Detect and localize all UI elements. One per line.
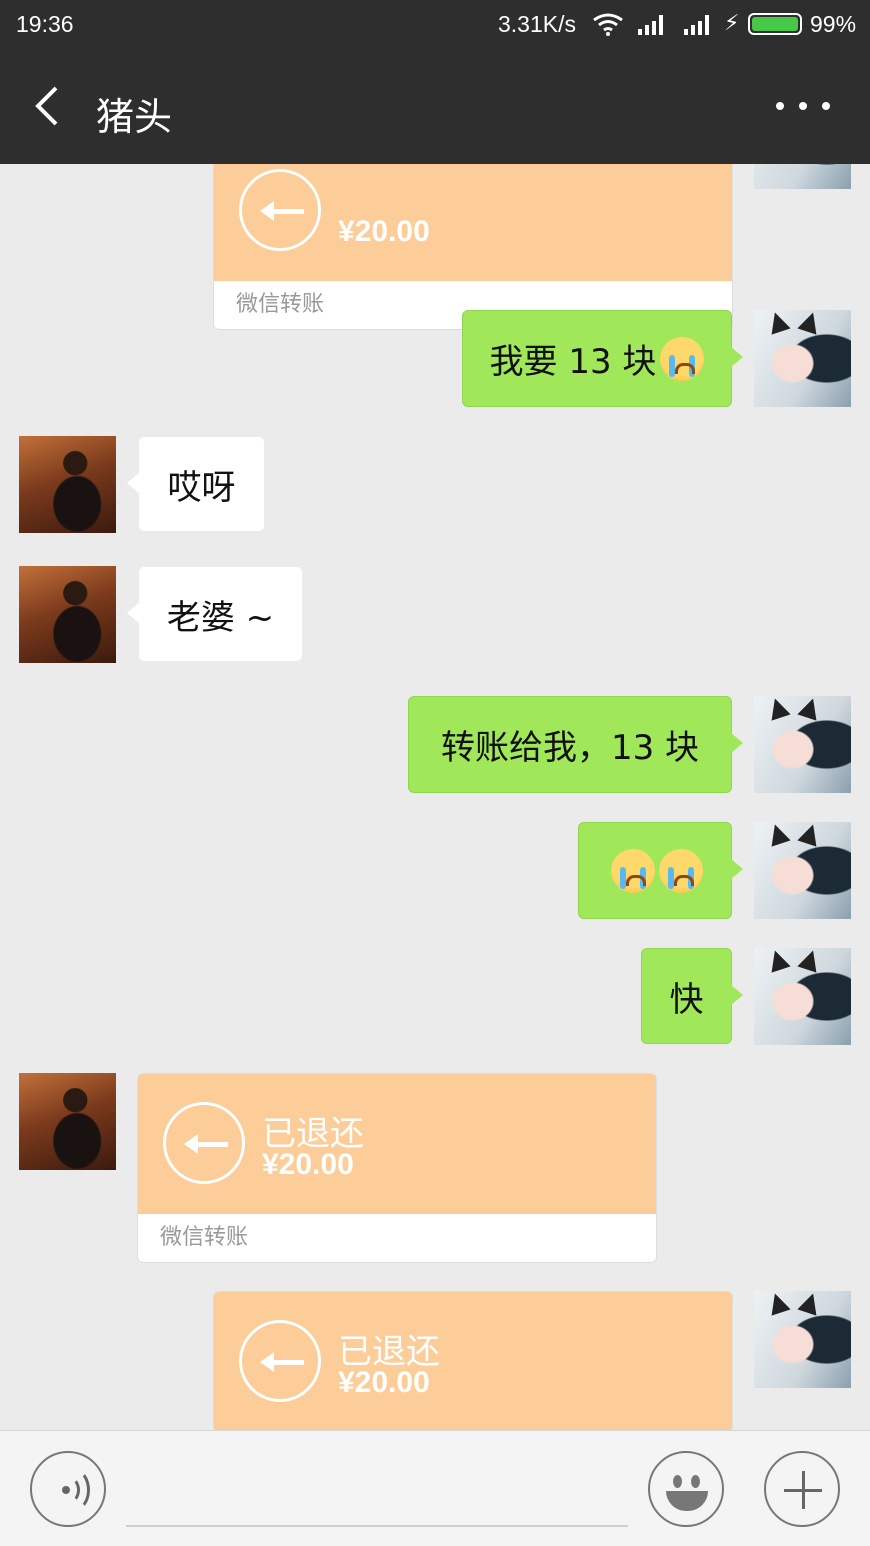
input-bar — [0, 1430, 870, 1546]
avatar[interactable] — [754, 310, 851, 407]
avatar[interactable] — [754, 1291, 851, 1388]
transfer-card[interactable]: 已退还 ¥20.00 — [213, 1291, 733, 1430]
transfer-card[interactable]: ¥20.00 微信转账 — [213, 164, 733, 330]
message-text: 哎呀 — [167, 467, 236, 508]
refund-arrow-icon — [239, 1320, 321, 1402]
smile-icon[interactable] — [648, 1451, 724, 1527]
signal-icon — [684, 15, 709, 35]
message-text: 老婆 ~ — [166, 597, 275, 638]
chat-messages[interactable]: ¥20.00 微信转账 我要 13 块 哎呀 老婆 ~ 转账给我，13 块 快 … — [0, 164, 870, 1430]
transfer-footer: 微信转账 — [138, 1214, 656, 1262]
refund-arrow-icon — [163, 1102, 245, 1184]
avatar[interactable] — [754, 696, 851, 793]
charging-icon: ⚡ — [724, 10, 740, 35]
crying-emoji-icon — [611, 848, 655, 893]
chat-header: 猪头 — [0, 48, 870, 164]
voice-icon[interactable] — [30, 1451, 106, 1527]
status-time: 19:36 — [16, 11, 74, 37]
crying-emoji-icon — [660, 336, 705, 381]
transfer-amount: ¥20.00 — [338, 215, 430, 248]
chat-title: 猪头 — [96, 95, 173, 139]
wifi-icon — [593, 13, 623, 36]
transfer-amount: ¥20.00 — [262, 1148, 354, 1181]
avatar[interactable] — [19, 566, 116, 663]
message-text: 我要 13 块 — [489, 342, 657, 382]
status-bar: 19:36 3.31K/s ⚡ 99% — [0, 0, 870, 48]
avatar[interactable] — [19, 436, 116, 533]
message-bubble[interactable] — [578, 822, 743, 919]
chevron-left-icon[interactable] — [30, 84, 70, 128]
battery-icon — [748, 13, 802, 35]
message-bubble[interactable]: 快 — [641, 948, 743, 1044]
message-text: 快 — [669, 979, 704, 1020]
avatar[interactable] — [754, 164, 851, 189]
avatar[interactable] — [754, 948, 851, 1045]
battery-percent: 99% — [810, 11, 857, 37]
signal-icon — [638, 15, 663, 35]
message-bubble[interactable]: 哎呀 — [127, 436, 265, 532]
network-speed: 3.31K/s — [498, 11, 576, 37]
message-bubble[interactable]: 我要 13 块 — [462, 310, 743, 407]
message-bubble[interactable]: 老婆 ~ — [127, 566, 303, 662]
more-dots-icon[interactable] — [776, 88, 830, 124]
avatar[interactable] — [754, 822, 851, 919]
crying-emoji-icon — [659, 848, 703, 893]
transfer-amount: ¥20.00 — [338, 1366, 430, 1399]
message-input[interactable] — [126, 1525, 628, 1527]
refund-arrow-icon — [239, 169, 321, 251]
avatar[interactable] — [19, 1073, 116, 1170]
plus-icon[interactable] — [764, 1451, 840, 1527]
message-bubble[interactable]: 转账给我，13 块 — [408, 696, 743, 793]
transfer-card[interactable]: 已退还 ¥20.00 微信转账 — [137, 1073, 657, 1263]
message-text: 转账给我，13 块 — [440, 728, 700, 768]
